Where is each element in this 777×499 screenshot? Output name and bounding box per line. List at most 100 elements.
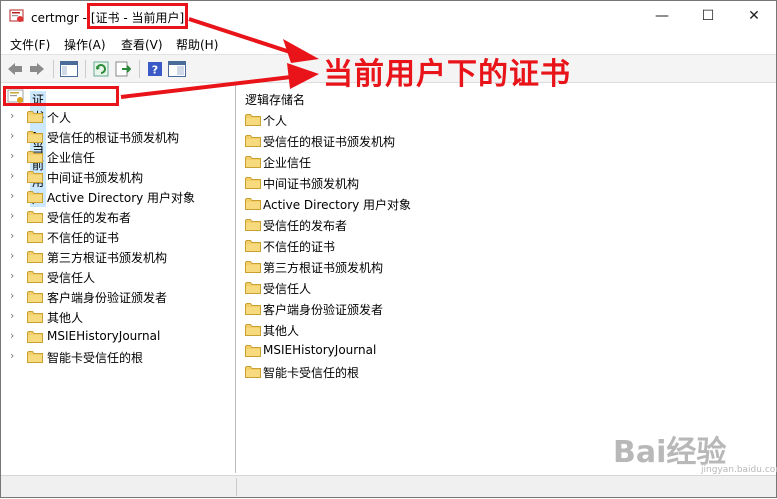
title-bar: certmgr - [证书 - 当前用户] — ☐ ✕ bbox=[1, 1, 776, 31]
chevron-right-icon[interactable]: › bbox=[10, 309, 20, 323]
list-item-label: 受信任的发布者 bbox=[263, 219, 348, 233]
list-item[interactable]: 受信任的发布者 bbox=[245, 215, 545, 235]
status-bar bbox=[1, 475, 776, 497]
close-button[interactable]: ✕ bbox=[731, 1, 777, 31]
folder-icon bbox=[245, 366, 261, 378]
tree-item[interactable]: › Active Directory 用户对象 bbox=[1, 186, 235, 206]
tree-pane: 证书 - 当前用户 ›个人›受信任的根证书颁发机构›企业信任›中间证书颁发机构›… bbox=[1, 84, 236, 473]
tree-item-label: 受信任的发布者 bbox=[47, 211, 132, 225]
list-item[interactable]: 客户端身份验证颁发者 bbox=[245, 299, 545, 319]
tree-item[interactable]: › 其他人 bbox=[1, 306, 235, 326]
tree-item[interactable]: › 受信任的根证书颁发机构 bbox=[1, 126, 235, 146]
folder-icon bbox=[245, 324, 261, 336]
tree-folder bbox=[27, 330, 43, 346]
menu-help[interactable]: 帮助(H) bbox=[176, 36, 218, 53]
chevron-right-icon[interactable]: › bbox=[10, 249, 20, 263]
menu-file[interactable]: 文件(F) bbox=[10, 36, 50, 53]
minimize-button[interactable]: — bbox=[639, 1, 685, 31]
tree-item[interactable]: › 不信任的证书 bbox=[1, 226, 235, 246]
list-item-label: 其他人 bbox=[263, 324, 300, 338]
folder-icon bbox=[245, 156, 261, 168]
tree-item[interactable]: › 客户端身份验证颁发者 bbox=[1, 286, 235, 306]
tree-folder bbox=[27, 290, 43, 306]
list-item-label: 客户端身份验证颁发者 bbox=[263, 303, 384, 317]
chevron-right-icon[interactable]: › bbox=[10, 229, 20, 243]
title-prefix: certmgr - bbox=[31, 11, 91, 25]
tree-item[interactable]: › 受信任人 bbox=[1, 266, 235, 286]
help-icon[interactable]: ? bbox=[145, 59, 165, 79]
tree-item-label: 其他人 bbox=[47, 311, 84, 325]
annotation-label: 当前用户下的证书 bbox=[323, 57, 571, 92]
tree-item[interactable]: › 中间证书颁发机构 bbox=[1, 166, 235, 186]
folder-icon bbox=[27, 131, 43, 143]
tree-item-label: 中间证书颁发机构 bbox=[47, 171, 144, 185]
list-item[interactable]: 受信任的根证书颁发机构 bbox=[245, 131, 545, 151]
chevron-right-icon[interactable]: › bbox=[10, 289, 20, 303]
maximize-button[interactable]: ☐ bbox=[685, 1, 731, 31]
menu-view[interactable]: 查看(V) bbox=[121, 36, 163, 53]
chevron-right-icon[interactable]: › bbox=[10, 149, 20, 163]
forward-arrow-icon[interactable] bbox=[27, 59, 47, 79]
tree-folder bbox=[27, 130, 43, 146]
list-item[interactable]: 第三方根证书颁发机构 bbox=[245, 257, 545, 277]
list-item-label: 个人 bbox=[263, 114, 288, 128]
tree-item[interactable]: › MSIEHistoryJournal bbox=[1, 326, 235, 346]
properties-icon[interactable] bbox=[167, 59, 187, 79]
list-item-label: 智能卡受信任的根 bbox=[263, 366, 360, 380]
chevron-right-icon[interactable]: › bbox=[10, 349, 20, 363]
refresh-icon[interactable] bbox=[91, 59, 111, 79]
toolbar-separator bbox=[139, 60, 140, 78]
folder-icon bbox=[245, 282, 261, 294]
list-pane: 逻辑存储名 个人受信任的根证书颁发机构 企业信任 中间证书颁发机构 Active Di… bbox=[239, 84, 776, 473]
list-item[interactable]: MSIEHistoryJournal bbox=[245, 341, 545, 361]
folder-icon bbox=[245, 198, 261, 210]
status-separator bbox=[236, 478, 237, 496]
tree-item[interactable]: › 第三方根证书颁发机构 bbox=[1, 246, 235, 266]
chevron-right-icon[interactable]: › bbox=[10, 189, 20, 203]
list-folder bbox=[245, 260, 261, 276]
folder-icon bbox=[245, 345, 261, 357]
list-item[interactable]: 受信任人 bbox=[245, 278, 545, 298]
list-item[interactable]: 智能卡受信任的根 bbox=[245, 362, 545, 382]
folder-icon bbox=[27, 251, 43, 263]
folder-icon bbox=[245, 177, 261, 189]
chevron-right-icon[interactable]: › bbox=[10, 129, 20, 143]
list-folder bbox=[245, 323, 261, 339]
list-item[interactable]: 企业信任 bbox=[245, 152, 545, 172]
list-item[interactable]: 其他人 bbox=[245, 320, 545, 340]
list-item[interactable]: 不信任的证书 bbox=[245, 236, 545, 256]
tree-item-label: 智能卡受信任的根 bbox=[47, 351, 144, 365]
back-arrow-icon[interactable] bbox=[5, 59, 25, 79]
menu-action[interactable]: 操作(A) bbox=[64, 36, 106, 53]
tree-root-highlight-box bbox=[3, 86, 119, 106]
chevron-right-icon[interactable]: › bbox=[10, 109, 20, 123]
tree-folder bbox=[27, 210, 43, 226]
toolbar-separator bbox=[53, 60, 54, 78]
chevron-right-icon[interactable]: › bbox=[10, 169, 20, 183]
tree-item[interactable]: › 企业信任 bbox=[1, 146, 235, 166]
export-list-icon[interactable] bbox=[113, 59, 133, 79]
show-hide-tree-icon[interactable] bbox=[59, 59, 79, 79]
list-column-header[interactable]: 逻辑存储名 bbox=[245, 91, 305, 108]
tree-folder bbox=[27, 150, 43, 166]
list-item[interactable]: 中间证书颁发机构 bbox=[245, 173, 545, 193]
chevron-right-icon[interactable]: › bbox=[10, 329, 20, 343]
tree-item[interactable]: › 个人 bbox=[1, 106, 235, 126]
list-item[interactable]: 个人 bbox=[245, 110, 545, 130]
folder-icon bbox=[27, 111, 43, 123]
toolbar-separator bbox=[85, 60, 86, 78]
list-folder bbox=[245, 197, 261, 213]
chevron-right-icon[interactable]: › bbox=[10, 209, 20, 223]
list-item[interactable]: Active Directory 用户对象 bbox=[245, 194, 545, 214]
list-folder bbox=[245, 302, 261, 318]
tree-folder bbox=[27, 250, 43, 266]
list-folder bbox=[245, 134, 261, 150]
tree-item[interactable]: › 受信任的发布者 bbox=[1, 206, 235, 226]
list-folder bbox=[245, 113, 261, 129]
chevron-right-icon[interactable]: › bbox=[10, 269, 20, 283]
tree-item[interactable]: › 智能卡受信任的根 bbox=[1, 346, 235, 366]
tree-item-label: 不信任的证书 bbox=[47, 231, 120, 245]
tree-item-label: 第三方根证书颁发机构 bbox=[47, 251, 168, 265]
list-folder bbox=[245, 218, 261, 234]
tree-folder bbox=[27, 110, 43, 126]
